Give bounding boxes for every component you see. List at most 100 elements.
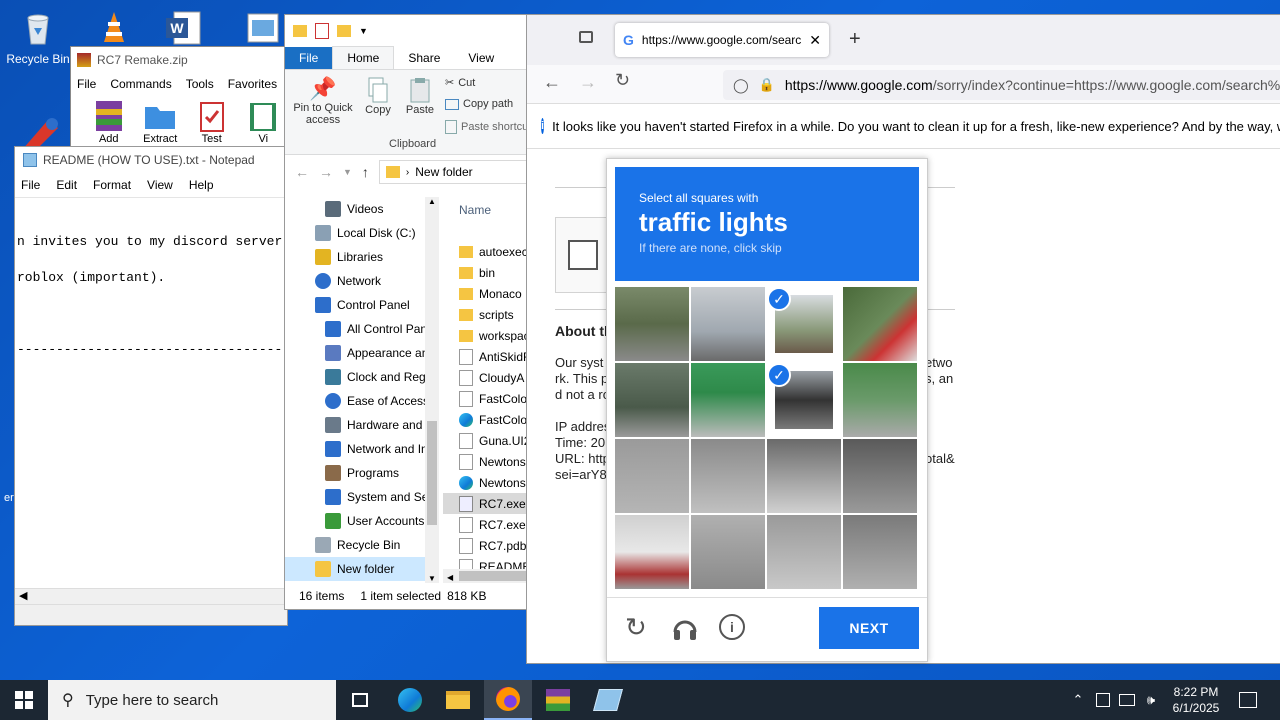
lock-icon[interactable]: 🔒 (759, 77, 775, 93)
notification-center[interactable] (1232, 680, 1264, 720)
clock[interactable]: 8:22 PM 6/1/2025 (1164, 680, 1228, 720)
desktop-icon-word[interactable]: W (164, 8, 204, 48)
taskbar-winrar[interactable] (534, 680, 582, 720)
tab-file[interactable]: File (285, 47, 333, 69)
taskbar-search-box[interactable]: ⚲ Type here to search (48, 680, 336, 720)
copy-path-button[interactable]: Copy path (445, 98, 513, 110)
file-list-item[interactable]: autoexec (443, 241, 529, 262)
task-view-button[interactable] (336, 680, 384, 720)
nav-scrollbar[interactable]: ▲ ▼ (425, 197, 439, 583)
nav-item[interactable]: Network (285, 269, 425, 293)
notepad-menu-view[interactable]: View (147, 178, 173, 192)
browser-tab[interactable]: G https://www.google.com/search ✕ (615, 23, 829, 57)
winrar-menu-favorites[interactable]: Favorites (228, 77, 277, 91)
scroll-left-icon[interactable]: ◀ (443, 573, 453, 582)
scroll-up-icon[interactable]: ▲ (425, 197, 439, 206)
nav-item[interactable]: New folder (285, 557, 425, 581)
properties-icon[interactable] (315, 23, 329, 39)
notepad-horizontal-scrollbar[interactable]: ◀ (15, 588, 287, 605)
captcha-tile[interactable] (691, 363, 765, 437)
file-list-item[interactable]: RC7.exe. (443, 514, 529, 535)
scroll-down-icon[interactable]: ▼ (425, 574, 439, 583)
nav-item[interactable]: Control Panel (285, 293, 425, 317)
chevron-down-icon[interactable]: ▼ (359, 26, 368, 36)
new-folder-icon[interactable] (337, 25, 351, 37)
winrar-menu-tools[interactable]: Tools (186, 77, 214, 91)
captcha-tile[interactable] (767, 515, 841, 589)
captcha-tile[interactable]: ✓ (767, 287, 841, 361)
file-list-item[interactable]: scripts (443, 304, 529, 325)
shield-icon[interactable]: ◯ (733, 77, 749, 94)
captcha-tile[interactable] (843, 515, 917, 589)
url-bar[interactable]: ◯ 🔒 https://www.google.com/sorry/index?c… (723, 70, 1280, 100)
notepad-menu-edit[interactable]: Edit (56, 178, 77, 192)
notepad-menu-format[interactable]: Format (93, 178, 131, 192)
taskbar-notepad[interactable] (584, 680, 632, 720)
copy-button[interactable]: Copy (361, 76, 395, 116)
file-list-item[interactable]: FastColo (443, 388, 529, 409)
nav-item[interactable]: Ease of Access (285, 389, 429, 413)
file-list-item[interactable]: bin (443, 262, 529, 283)
forward-arrow-icon[interactable]: → (579, 72, 597, 93)
tab-overview-icon[interactable] (579, 31, 593, 43)
scrollbar-thumb[interactable] (459, 571, 529, 581)
captcha-tile[interactable] (691, 515, 765, 589)
tray-volume[interactable]: 🕪 (1140, 680, 1162, 720)
reload-icon[interactable]: ↻ (615, 70, 630, 91)
captcha-tile[interactable] (615, 439, 689, 513)
file-list-item[interactable]: Newtons (443, 472, 529, 493)
new-tab-icon[interactable]: + (849, 28, 861, 51)
scrollbar-thumb[interactable] (427, 421, 437, 525)
captcha-tile[interactable] (615, 363, 689, 437)
winrar-menu-file[interactable]: File (77, 77, 96, 91)
tab-share[interactable]: Share (394, 47, 454, 69)
start-button[interactable] (0, 680, 48, 720)
nav-item[interactable]: Appearance an (285, 341, 428, 365)
captcha-tile[interactable]: ✓ (767, 363, 841, 437)
nav-item[interactable]: Recycle Bin (285, 533, 425, 557)
notepad-text-area[interactable]: n invites you to my discord server roblo… (15, 221, 287, 589)
file-list-item[interactable]: RC7.exe (443, 493, 529, 514)
info-icon[interactable]: i (719, 614, 745, 640)
captcha-tile[interactable] (615, 515, 689, 589)
desktop-icon-vlc[interactable] (94, 8, 134, 48)
paste-button[interactable]: Paste (403, 76, 437, 116)
address-box[interactable]: › New folder (378, 160, 529, 184)
tab-view[interactable]: View (454, 47, 508, 69)
captcha-tile[interactable] (767, 439, 841, 513)
nav-item[interactable]: Libraries (285, 245, 425, 269)
captcha-tile[interactable] (691, 439, 765, 513)
tray-network[interactable] (1116, 680, 1138, 720)
nav-item[interactable]: Videos (285, 197, 425, 221)
captcha-tile[interactable] (615, 287, 689, 361)
tab-home[interactable]: Home (332, 46, 395, 69)
back-arrow-icon[interactable]: ← (543, 72, 561, 93)
file-list-hscrollbar[interactable]: ◀ (443, 569, 529, 583)
captcha-tile[interactable] (843, 287, 917, 361)
file-list-item[interactable]: Monaco (443, 283, 529, 304)
taskbar-file-explorer[interactable] (434, 680, 482, 720)
taskbar-firefox[interactable] (484, 680, 532, 720)
show-hidden-icons[interactable]: ⌃ (1068, 680, 1088, 720)
scroll-left-icon[interactable]: ◀ (19, 589, 27, 602)
forward-arrow-icon[interactable]: → (319, 164, 333, 180)
file-list-item[interactable]: CloudyA (443, 367, 529, 388)
nav-item[interactable]: Local Disk (C:) (285, 221, 425, 245)
reload-icon[interactable]: ↻ (625, 612, 647, 643)
taskbar-edge[interactable] (386, 680, 434, 720)
file-list-item[interactable]: RC7.pdb (443, 535, 529, 556)
up-arrow-icon[interactable]: ↑ (362, 164, 369, 180)
next-button[interactable]: NEXT (819, 607, 919, 649)
file-list-item[interactable]: Guna.UI2 (443, 430, 529, 451)
headphones-icon[interactable] (671, 614, 699, 645)
desktop-icon-recycle-bin[interactable]: Recycle Bin (2, 8, 74, 66)
nav-item[interactable]: All Control Pan (285, 317, 427, 341)
nav-item[interactable]: Clock and Regi (285, 365, 428, 389)
breadcrumb[interactable]: New folder (415, 165, 472, 179)
nav-item[interactable]: Hardware and (285, 413, 425, 437)
notepad-menu-file[interactable]: File (21, 178, 40, 192)
nav-item[interactable]: Programs (285, 461, 425, 485)
close-icon[interactable]: ✕ (809, 32, 821, 49)
file-list-item[interactable]: workspace (443, 325, 529, 346)
chevron-down-icon[interactable]: ▼ (343, 167, 352, 177)
